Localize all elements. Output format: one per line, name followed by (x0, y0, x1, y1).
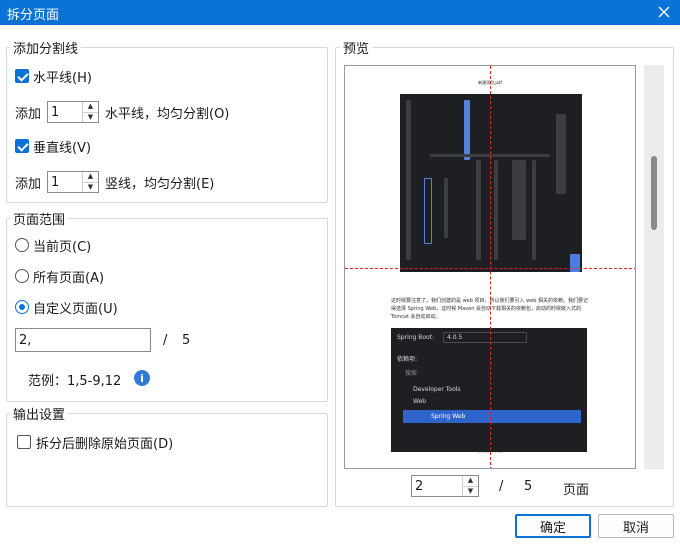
horizontal-count-stepper[interactable]: ▲ ▼ (47, 101, 99, 123)
horizontal-count-row: 添加 (15, 101, 41, 123)
range-option-all[interactable]: 所有页面(A) (15, 267, 105, 286)
decrement-icon[interactable]: ▼ (83, 111, 98, 123)
vertical-line-checkbox[interactable] (15, 139, 29, 153)
vertical-suffix: 竖线，均匀分割(E) (105, 176, 215, 192)
preview-scrollbar[interactable] (644, 65, 664, 469)
preview-page-input[interactable] (412, 476, 462, 496)
horizontal-line-checkbox[interactable] (15, 69, 29, 83)
range-example: 范例：1,5-9,12 (28, 374, 122, 389)
spring-boot-version: 4.0.5 (447, 334, 463, 341)
vertical-count-input[interactable] (48, 172, 82, 192)
horizontal-add-label: 添加 (15, 106, 42, 122)
delete-original-label: 拆分后删除原始页面(D) (36, 436, 174, 452)
horizontal-line-option[interactable]: 水平线(H) (15, 67, 92, 86)
delete-original-option[interactable]: 拆分后删除原始页面(D) (17, 433, 174, 452)
title-bar: 拆分页面 (0, 0, 680, 25)
spring-boot-label: Spring Boot: (397, 334, 435, 341)
all-pages-label: 所有页面(A) (33, 270, 105, 286)
horizontal-suffix: 水平线，均匀分割(O) (105, 106, 230, 122)
horizontal-line-label: 水平线(H) (33, 70, 92, 86)
preview-page-unit: 页面 (563, 483, 590, 498)
vertical-line-option[interactable]: 垂直线(V) (15, 137, 92, 156)
tree-highlight (403, 410, 581, 423)
increment-icon[interactable]: ▲ (463, 476, 478, 486)
vertical-count-row: 添加 (15, 171, 41, 193)
custom-pages-field[interactable] (15, 328, 151, 352)
preview-total: 5 (524, 479, 533, 494)
horizontal-count-input[interactable] (48, 102, 82, 122)
preview-page: 新建项目.pdf 这时候要注意了，我们创建的是 web 项目，所以我们要引入 w… (344, 65, 636, 469)
custom-pages-input[interactable] (16, 329, 150, 351)
preview-legend: 预览 (340, 38, 373, 57)
current-page-radio[interactable] (15, 238, 29, 252)
search-placeholder: 搜索 (405, 370, 418, 377)
vertical-line-label: 垂直线(V) (33, 140, 92, 156)
add-lines-legend: 添加分割线 (10, 38, 82, 57)
window-title: 拆分页面 (7, 8, 60, 23)
ok-button[interactable]: 确定 (515, 514, 591, 538)
preview-scroll-thumb[interactable] (651, 156, 657, 230)
vertical-count-stepper[interactable]: ▲ ▼ (47, 171, 99, 193)
vertical-suffix-row: 竖线，均匀分割(E) (105, 171, 214, 193)
cancel-button[interactable]: 取消 (598, 514, 674, 538)
tree-item-web: Web (413, 398, 427, 405)
preview-page-stepper[interactable]: ▲ ▼ (411, 475, 479, 497)
output-legend: 输出设置 (10, 404, 69, 423)
info-icon[interactable]: i (134, 370, 150, 386)
vertical-split-line (490, 66, 491, 468)
output-group (6, 413, 328, 507)
range-option-current[interactable]: 当前页(C) (15, 236, 92, 255)
increment-icon[interactable]: ▲ (83, 102, 98, 112)
horizontal-suffix-row: 水平线，均匀分割(O) (105, 101, 229, 123)
vertical-add-label: 添加 (15, 176, 42, 192)
range-option-custom[interactable]: 自定义页面(U) (15, 298, 118, 317)
close-icon[interactable] (654, 2, 674, 22)
delete-original-checkbox[interactable] (17, 435, 31, 449)
preview-screenshot (400, 94, 582, 272)
custom-pages-label: 自定义页面(U) (33, 301, 118, 317)
range-total: 5 (182, 333, 191, 348)
preview-spring-panel: Spring Boot: 4.0.5 依赖项: 搜索 Developer Too… (391, 328, 587, 452)
tree-item-developer-tools: Developer Tools (413, 386, 461, 393)
preview-slash: / (499, 479, 504, 494)
current-page-label: 当前页(C) (33, 239, 92, 255)
decrement-icon[interactable]: ▼ (83, 181, 98, 193)
preview-page-text: 这时候要注意了，我们创建的是 web 项目，所以我们要引入 web 相关的依赖。… (391, 298, 589, 320)
dependencies-label: 依赖项: (397, 356, 418, 363)
decrement-icon[interactable]: ▼ (463, 485, 478, 497)
range-slash: / (163, 333, 168, 348)
all-pages-radio[interactable] (15, 269, 29, 283)
custom-pages-radio[interactable] (15, 300, 29, 314)
tree-item-spring-web: Spring Web (431, 413, 466, 420)
increment-icon[interactable]: ▲ (83, 172, 98, 182)
page-range-legend: 页面范围 (10, 209, 69, 228)
